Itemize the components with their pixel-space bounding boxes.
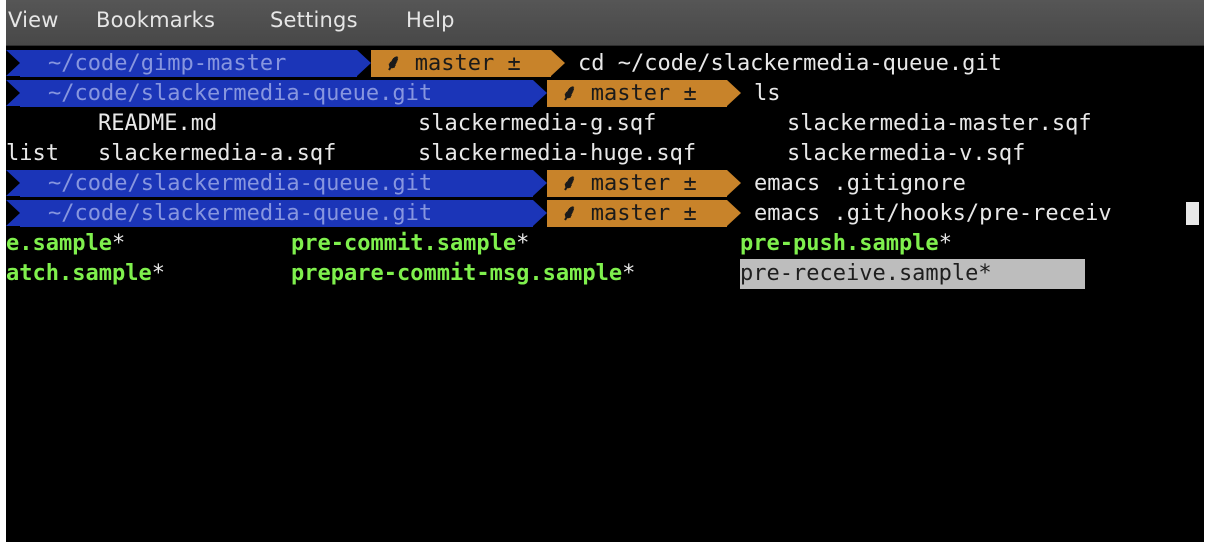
prompt-segment-start (6, 170, 20, 196)
prompt-separator (357, 50, 371, 76)
command-text: cd ~/code/slackermedia-queue.git (578, 51, 1002, 76)
prompt-git-segment: ⸙ master ± (547, 80, 727, 107)
prompt-segment-start (6, 80, 20, 106)
text-cursor (1186, 202, 1199, 225)
prompt-separator (533, 200, 547, 226)
prompt-directory: ~/code/slackermedia-queue.git (20, 170, 533, 197)
prompt-directory: ~/code/slackermedia-queue.git (20, 80, 533, 107)
executable-marker: * (151, 261, 165, 286)
prompt-separator (727, 80, 741, 106)
branch-name: master (590, 201, 671, 226)
completion-item[interactable]: e.sample* (6, 229, 125, 259)
menu-bookmarks[interactable]: Bookmarks (96, 8, 215, 32)
menu-view[interactable]: View (8, 8, 59, 32)
ls-output-item: slackermedia-master.sqf (787, 111, 1092, 136)
completion-item-selected[interactable]: pre-receive.sample* (740, 259, 1085, 289)
git-status: ± (507, 51, 521, 76)
command-text: emacs .git/hooks/pre-receiv (754, 201, 1112, 226)
terminal-view[interactable]: ~/code/gimp-master ⸙ master ± cd ~/code/… (6, 46, 1204, 542)
executable-marker: * (516, 231, 530, 256)
executable-marker: * (622, 261, 636, 286)
prompt-directory: ~/code/slackermedia-queue.git (20, 200, 533, 227)
menu-settings[interactable]: Settings (270, 8, 358, 32)
executable-marker: * (938, 231, 952, 256)
completion-item[interactable]: pre-push.sample* (740, 229, 952, 259)
completion-name: pre-push.sample (740, 231, 939, 256)
prompt-segment-start (6, 200, 20, 226)
command-text: emacs .gitignore (754, 171, 966, 196)
prompt-line: ~/code/slackermedia-queue.git ⸙ master ±… (6, 169, 1204, 199)
branch-icon: ⸙ (561, 81, 578, 106)
completion-name: prepare-commit-msg.sample (291, 261, 623, 286)
git-status: ± (683, 81, 697, 106)
prompt-git-segment: ⸙ master ± (547, 170, 727, 197)
ls-output-item: slackermedia-huge.sqf (418, 141, 697, 166)
ls-output-item: slackermedia-a.sqf (98, 141, 337, 166)
prompt-git-segment: ⸙ master ± (371, 50, 551, 77)
branch-name: master (414, 51, 495, 76)
prompt-line: ~/code/slackermedia-queue.git ⸙ master ±… (6, 199, 1204, 229)
completion-item[interactable]: pre-commit.sample* (291, 229, 529, 259)
git-status: ± (683, 171, 697, 196)
ls-output-item: README.md (98, 111, 218, 136)
branch-icon: ⸙ (385, 51, 402, 76)
prompt-separator (727, 170, 741, 196)
prompt-separator (533, 80, 547, 106)
prompt-segment-start (6, 50, 20, 76)
prompt-git-segment: ⸙ master ± (547, 200, 727, 227)
prompt-directory: ~/code/gimp-master (20, 50, 357, 77)
prompt-separator (533, 170, 547, 196)
menu-help[interactable]: Help (406, 8, 455, 32)
executable-marker: * (111, 231, 126, 256)
completion-item[interactable]: atch.sample* (6, 259, 165, 289)
terminal-window: View Bookmarks Settings Help ~/code/gimp… (6, 0, 1204, 542)
prompt-separator (727, 200, 741, 226)
branch-name: master (590, 81, 671, 106)
prompt-separator (551, 50, 565, 76)
prompt-line: ~/code/slackermedia-queue.git ⸙ master ±… (6, 79, 1204, 109)
ls-output-item: slackermedia-v.sqf (787, 141, 1026, 166)
completion-name: pre-commit.sample (291, 231, 517, 256)
completion-name: e.sample (6, 231, 112, 256)
ls-output-item: list (6, 141, 59, 166)
command-text: ls (754, 81, 781, 106)
menu-bar: View Bookmarks Settings Help (6, 0, 1204, 46)
ls-output-item: slackermedia-g.sqf (418, 111, 657, 136)
branch-icon: ⸙ (561, 201, 578, 226)
git-status: ± (683, 201, 697, 226)
prompt-line: ~/code/gimp-master ⸙ master ± cd ~/code/… (6, 49, 1204, 79)
completion-item[interactable]: prepare-commit-msg.sample* (291, 259, 635, 289)
completion-name: atch.sample (6, 261, 152, 286)
branch-icon: ⸙ (561, 171, 578, 196)
branch-name: master (590, 171, 671, 196)
